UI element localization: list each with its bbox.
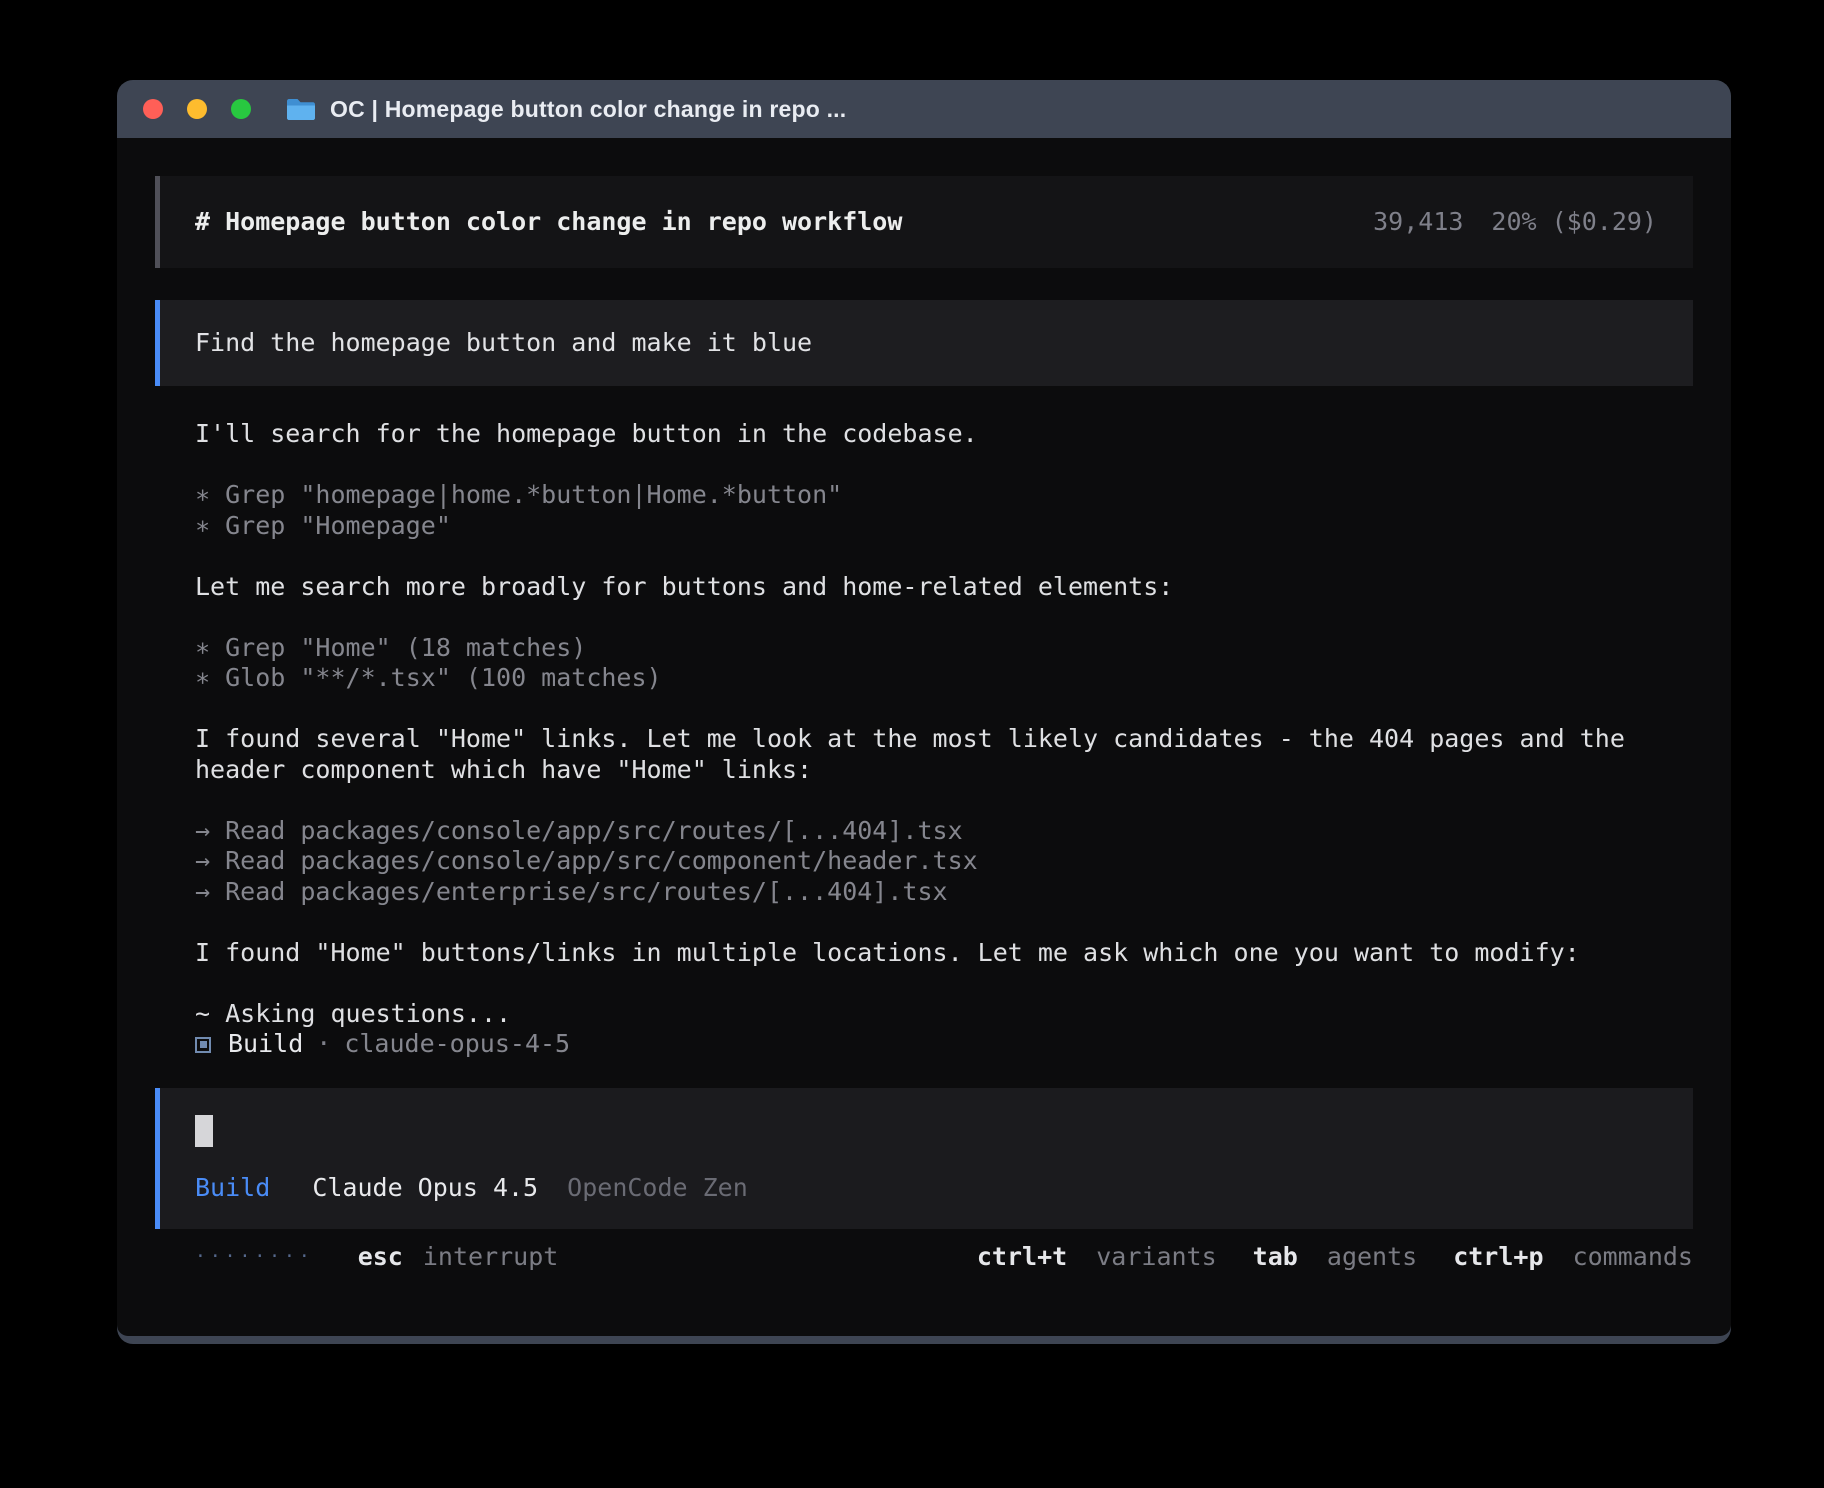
shortcut-key: ctrl+t <box>977 1242 1067 1271</box>
close-button[interactable] <box>143 99 163 119</box>
title-group: OC | Homepage button color change in rep… <box>285 96 846 123</box>
tool-call-group: ∗ Grep "Home" (18 matches) ∗ Glob "**/*.… <box>195 633 1653 694</box>
tool-call-group: ∗ Grep "homepage|home.*button|Home.*butt… <box>195 480 1653 541</box>
user-message-text: Find the homepage button and make it blu… <box>195 328 812 359</box>
input-model-label[interactable]: Claude Opus 4.5 <box>312 1173 538 1202</box>
assistant-message: I'll search for the homepage button in t… <box>195 419 1653 450</box>
shortcut-label: commands <box>1573 1242 1693 1271</box>
status-bar: ········ esc interrupt ctrl+t variants t… <box>155 1242 1693 1273</box>
model-row: Build Claude Opus 4.5 OpenCode Zen <box>195 1173 1658 1204</box>
shortcut-label: variants <box>1096 1242 1216 1271</box>
tool-call: → Read packages/console/app/src/routes/[… <box>195 816 1653 847</box>
shortcut-variants: ctrl+t variants <box>977 1242 1217 1273</box>
tool-call: ∗ Grep "Homepage" <box>195 511 1653 542</box>
agent-status-line: Build · claude-opus-4-5 <box>155 1029 1693 1060</box>
session-title: # Homepage button color change in repo w… <box>195 207 902 238</box>
assistant-status-message: ~ Asking questions... <box>195 999 1653 1030</box>
status-model-name: claude-opus-4-5 <box>344 1029 570 1060</box>
assistant-message: I found several "Home" links. Let me loo… <box>195 724 1653 785</box>
status-bar-right: ctrl+t variants tab agents ctrl+p comman… <box>977 1242 1693 1273</box>
shortcut-label: agents <box>1327 1242 1417 1271</box>
terminal-window: OC | Homepage button color change in rep… <box>117 80 1731 1344</box>
status-separator: · <box>316 1029 331 1060</box>
assistant-message: Let me search more broadly for buttons a… <box>195 572 1653 603</box>
input-provider-label: OpenCode Zen <box>567 1173 748 1202</box>
session-header: # Homepage button color change in repo w… <box>155 176 1693 268</box>
shortcut-key: tab <box>1253 1242 1298 1271</box>
traffic-lights <box>143 99 275 119</box>
window-title: OC | Homepage button color change in rep… <box>330 96 846 123</box>
token-count: 39,413 <box>1373 207 1463 238</box>
minimize-button[interactable] <box>187 99 207 119</box>
terminal-content[interactable]: # Homepage button color change in repo w… <box>117 138 1731 1336</box>
tool-call-group: → Read packages/console/app/src/routes/[… <box>195 816 1653 908</box>
status-agent-name: Build <box>228 1029 303 1060</box>
interrupt-label: interrupt <box>423 1242 558 1273</box>
prompt-input[interactable]: Build Claude Opus 4.5 OpenCode Zen <box>155 1088 1693 1229</box>
text-cursor <box>195 1115 213 1147</box>
folder-icon <box>285 96 317 122</box>
titlebar[interactable]: OC | Homepage button color change in rep… <box>117 80 1731 138</box>
user-message: Find the homepage button and make it blu… <box>155 300 1693 386</box>
tool-call: → Read packages/enterprise/src/routes/[.… <box>195 877 1653 908</box>
agent-build-icon <box>195 1037 211 1053</box>
shortcut-commands: ctrl+p commands <box>1453 1242 1693 1273</box>
input-agent-label[interactable]: Build <box>195 1173 270 1202</box>
tool-call: ∗ Glob "**/*.tsx" (100 matches) <box>195 663 1653 694</box>
interrupt-key: esc <box>358 1242 403 1273</box>
conversation: I'll search for the homepage button in t… <box>155 419 1693 1029</box>
spinner-dots-icon: ········ <box>195 1242 314 1273</box>
status-bar-left: ········ esc interrupt <box>195 1242 558 1273</box>
shortcut-key: ctrl+p <box>1453 1242 1543 1271</box>
context-usage: 20% ($0.29) <box>1491 207 1657 238</box>
tool-call: ∗ Grep "homepage|home.*button|Home.*butt… <box>195 480 1653 511</box>
tool-call: ∗ Grep "Home" (18 matches) <box>195 633 1653 664</box>
shortcut-agents: tab agents <box>1253 1242 1418 1273</box>
tool-call: → Read packages/console/app/src/componen… <box>195 846 1653 877</box>
zoom-button[interactable] <box>231 99 251 119</box>
session-stats: 39,413 20% ($0.29) <box>1373 207 1657 238</box>
assistant-message: I found "Home" buttons/links in multiple… <box>195 938 1653 969</box>
